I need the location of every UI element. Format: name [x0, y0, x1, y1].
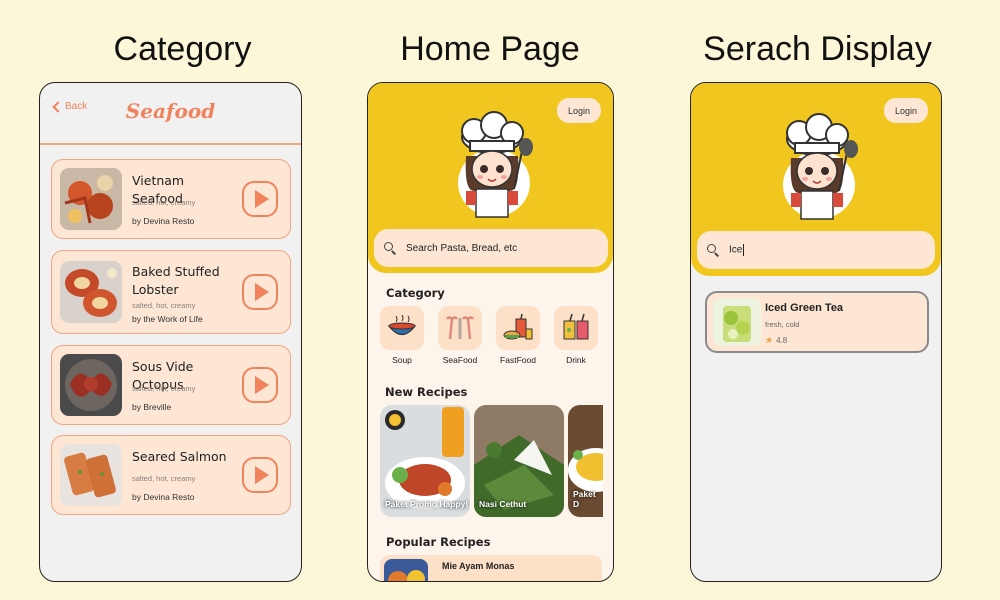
recipe-tags: salted, hot, creamy: [132, 474, 196, 483]
recipe-name: Baked Stuffed Lobster: [132, 264, 220, 297]
category-item-fastfood[interactable]: [496, 306, 540, 350]
star-icon: ★: [765, 335, 774, 345]
new-recipe-card[interactable]: Nasi Cethut: [474, 405, 564, 517]
play-button[interactable]: [242, 274, 278, 310]
result-image: [713, 298, 761, 346]
recipe-tags: salted, hot, creamy: [132, 301, 196, 310]
popular-recipe-image: [384, 559, 428, 581]
category-item-seafood[interactable]: [438, 306, 482, 350]
chef-mascot-logo: [458, 111, 533, 218]
result-rating: ★ 4.8: [765, 335, 787, 346]
home-page-heading: Home Page: [400, 30, 580, 68]
recipe-card[interactable]: Sous Vide Octopus salted, hot, creamy by…: [51, 345, 291, 425]
popular-recipe-card[interactable]: Mie Ayam Monas: [380, 555, 602, 581]
recipe-name: Seared Salmon: [132, 449, 227, 464]
recipe-image: [60, 444, 122, 506]
recipe-card[interactable]: Vietnam Seafood salted, hot, creamy by D…: [51, 159, 291, 239]
fast-food-icon: [503, 313, 533, 340]
recipe-card[interactable]: Baked Stuffed Lobster salted, hot, cream…: [51, 250, 291, 334]
category-header: Back Seafood: [40, 83, 301, 145]
category-item-drink[interactable]: [554, 306, 598, 350]
category-label: FastFood: [500, 355, 536, 365]
search-input[interactable]: Ice: [697, 231, 935, 269]
result-name: Iced Green Tea: [765, 302, 844, 314]
new-recipe-caption: Paket D: [573, 489, 596, 509]
new-recipe-caption: Paket Promo Happy!: [385, 499, 469, 509]
recipe-image: [60, 168, 122, 230]
result-tags: fresh, cold: [765, 320, 800, 329]
page-title: Seafood: [125, 99, 216, 123]
new-recipe-caption: Nasi Cethut: [479, 499, 527, 509]
new-recipes-section-title: New Recipes: [385, 385, 468, 399]
category-label: Drink: [566, 355, 586, 365]
new-recipe-card[interactable]: Paket Promo Happy!: [380, 405, 470, 517]
recipe-tags: salted, hot, creamy: [132, 384, 196, 393]
category-label: Soup: [392, 355, 412, 365]
recipe-author: by the Work of Life: [132, 314, 203, 324]
search-display-heading: Serach Display: [703, 30, 932, 68]
drink-icon: [563, 313, 589, 340]
seafood-icon: [445, 316, 475, 340]
play-button[interactable]: [242, 367, 278, 403]
chef-mascot-logo: [783, 113, 858, 220]
search-screen: Login Ice Iced Green Tea fresh, cold ★ 4…: [690, 82, 942, 582]
search-value: Ice: [729, 244, 743, 256]
text-cursor: [743, 244, 745, 256]
login-button[interactable]: Login: [557, 98, 601, 123]
recipe-tags: salted, hot, creamy: [132, 198, 196, 207]
play-button[interactable]: [242, 181, 278, 217]
search-icon: [707, 244, 719, 256]
popular-recipe-name: Mie Ayam Monas: [442, 561, 515, 571]
search-placeholder: Search Pasta, Bread, etc: [406, 242, 518, 254]
category-heading: Category: [113, 30, 252, 68]
category-item-soup[interactable]: [380, 306, 424, 350]
soup-bowl-icon: [387, 314, 417, 336]
home-screen: Login Search Pasta, Bread, etc Category …: [367, 82, 614, 582]
category-label: SeaFood: [442, 355, 478, 365]
login-button[interactable]: Login: [884, 98, 928, 123]
recipe-image: [60, 261, 122, 323]
recipe-author: by Devina Resto: [132, 492, 195, 502]
recipe-image: [60, 354, 122, 416]
search-bar[interactable]: Search Pasta, Bread, etc: [374, 229, 608, 267]
rating-value: 4.8: [776, 336, 788, 345]
recipe-author: by Breville: [132, 402, 172, 412]
search-icon: [384, 242, 396, 254]
popular-recipes-section-title: Popular Recipes: [386, 535, 491, 549]
recipe-author: by Devina Resto: [132, 216, 195, 226]
new-recipe-card[interactable]: Paket D: [568, 405, 603, 517]
category-section-title: Category: [386, 286, 445, 300]
category-screen: Back Seafood Vietnam Seafood salted, hot…: [39, 82, 302, 582]
play-button[interactable]: [242, 457, 278, 493]
recipe-card[interactable]: Seared Salmon salted, hot, creamy by Dev…: [51, 435, 291, 515]
search-result-card[interactable]: Iced Green Tea fresh, cold ★ 4.8: [705, 291, 929, 353]
